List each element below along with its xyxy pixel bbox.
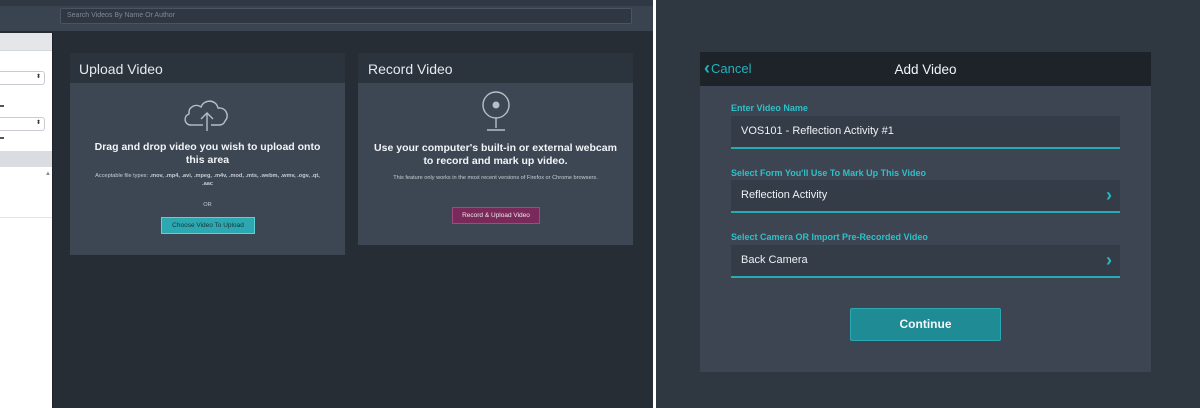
sidebar-header [0,33,52,51]
sidebar-divider [0,217,52,218]
tablet-add-video-screen: ‹Cancel Add Video Enter Video Name VOS10… [656,0,1200,408]
video-name-input[interactable]: VOS101 - Reflection Activity #1 [731,116,1120,149]
page-title: Add Video [894,62,957,77]
file-types-list: .mov, .mp4, .avi, .mpeg, .m4v, .mod, .mt… [149,173,320,187]
dropdown-arrow-icon: ⬍ [35,74,41,80]
choose-video-button[interactable]: Choose Video To Upload [161,217,255,234]
sidebar-text-fragment [0,137,4,139]
record-upload-button[interactable]: Record & Upload Video [452,207,540,224]
chevron-right-icon: › [1106,250,1112,270]
record-card-title: Record Video [358,53,633,83]
browser-note: This feature only works in the most rece… [393,175,598,181]
add-video-modal: ‹Cancel Add Video Enter Video Name VOS10… [700,52,1151,372]
continue-button[interactable]: Continue [850,308,1001,341]
top-bar: Search Videos By Name Or Author [0,0,653,31]
camera-select-label: Select Camera OR Import Pre-Recorded Vid… [731,232,928,242]
webcam-icon [480,90,512,139]
lock-icon: ▲ [45,171,51,177]
acceptable-file-types: Acceptable file types: .mov, .mp4, .avi,… [70,172,345,188]
record-heading: Use your computer's built-in or external… [374,142,617,167]
upload-video-card[interactable]: Upload Video Drag and drop video you wis… [70,53,345,255]
search-input[interactable]: Search Videos By Name Or Author [60,8,632,24]
camera-select-row[interactable]: Back Camera › [731,245,1120,278]
sidebar-text-fragment [0,105,4,107]
upload-heading: Drag and drop video you wish to upload o… [94,141,321,166]
camera-select-value: Back Camera [741,254,808,266]
sidebar-table-header [0,151,52,167]
top-shadow [0,0,653,6]
form-select-value: Reflection Activity [741,189,828,201]
or-separator: OR [203,202,212,208]
sidebar-fragment: ⬍ ⬍ ▲ [0,33,52,408]
sidebar-dropdown-1[interactable]: ⬍ [0,71,45,85]
desktop-upload-screen: Search Videos By Name Or Author ⬍ ⬍ ▲ Up… [0,0,653,408]
cloud-upload-icon [181,95,233,136]
form-select-row[interactable]: Reflection Activity › [731,180,1120,213]
record-video-card: Record Video Use your computer's built-i… [358,53,633,245]
sidebar-separator [52,33,53,408]
chevron-right-icon: › [1106,185,1112,205]
upload-card-title: Upload Video [70,53,345,83]
video-name-label: Enter Video Name [731,103,808,113]
sidebar-dropdown-2[interactable]: ⬍ [0,117,45,131]
nav-bar: ‹Cancel Add Video [700,52,1151,86]
form-select-label: Select Form You'll Use To Mark Up This V… [731,168,927,178]
dropdown-arrow-icon: ⬍ [35,120,41,126]
file-types-prefix: Acceptable file types: [95,173,150,179]
